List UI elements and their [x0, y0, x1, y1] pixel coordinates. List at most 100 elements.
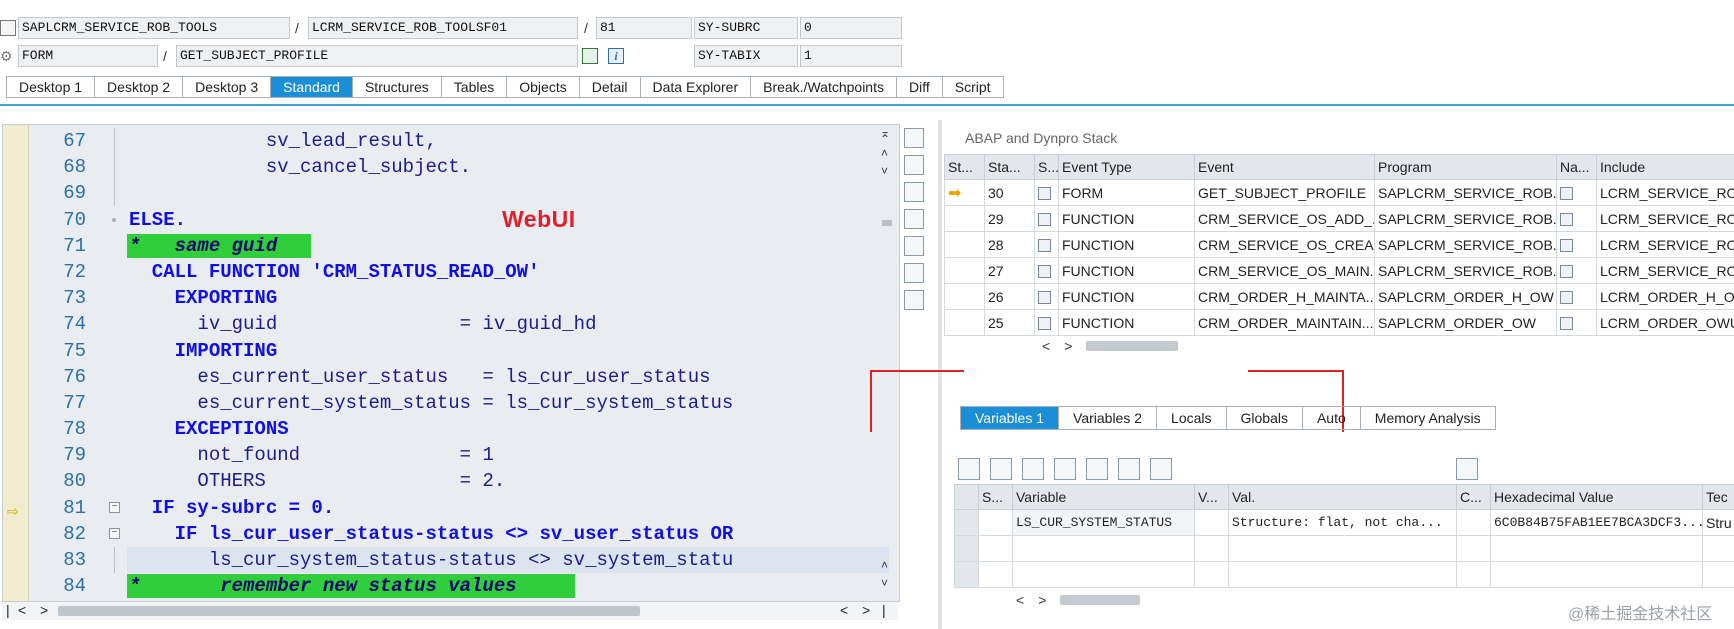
scroll-right-icon[interactable]: >	[862, 602, 870, 618]
editor-horizontal-scrollbar[interactable]: | < > < > |	[2, 602, 898, 620]
column-header[interactable]: Tec	[1702, 484, 1734, 510]
table-row[interactable]: 28 FUNCTION CRM_SERVICE_OS_CREA... SAPLC…	[944, 231, 1734, 258]
nav-cell[interactable]	[1556, 283, 1597, 310]
tab-diff[interactable]: Diff	[897, 77, 943, 97]
column-header[interactable]: C...	[1456, 484, 1491, 510]
scroll-left-icon[interactable]: <	[840, 602, 848, 618]
nav-cell[interactable]	[1556, 231, 1597, 258]
navigate-icon[interactable]	[1560, 238, 1573, 252]
scroll-left-icon[interactable]: <	[1016, 592, 1024, 608]
tab-data-explorer[interactable]: Data Explorer	[641, 77, 752, 97]
scroll-right-icon[interactable]: >	[1038, 592, 1046, 608]
scroll-thumb[interactable]	[882, 220, 892, 226]
table-row[interactable]: 29 FUNCTION CRM_SERVICE_OS_ADD_... SAPLC…	[944, 205, 1734, 232]
variable-name-input[interactable]	[1012, 535, 1195, 562]
scroll-down-icon[interactable]: ˅	[881, 576, 888, 590]
row-selector[interactable]	[954, 535, 979, 562]
column-header[interactable]: S...	[1034, 154, 1059, 180]
scroll-thumb[interactable]	[1060, 595, 1141, 605]
row-selector[interactable]	[954, 561, 979, 588]
settings-icon[interactable]	[904, 290, 924, 310]
column-header[interactable]: Event	[1194, 154, 1375, 180]
services-icon[interactable]	[904, 263, 924, 283]
tab-objects[interactable]: Objects	[507, 77, 580, 97]
scroll-top-icon[interactable]: ⌅	[880, 126, 890, 140]
variables-horizontal-scrollbar[interactable]: < >	[1016, 592, 1141, 608]
table-row[interactable]: 26 FUNCTION CRM_ORDER_H_MAINTA... SAPLCR…	[944, 283, 1734, 310]
column-header[interactable]: Na...	[1556, 154, 1597, 180]
maximize-icon[interactable]	[904, 209, 924, 229]
navigate-icon[interactable]	[1560, 212, 1573, 226]
layout-icon[interactable]	[1086, 458, 1108, 480]
fold-toggle-icon[interactable]: −	[109, 501, 120, 513]
tab-variables-2[interactable]: Variables 2	[1059, 407, 1158, 429]
navigate-icon[interactable]	[1560, 264, 1573, 278]
nav-cell[interactable]	[1556, 309, 1597, 336]
tab-script[interactable]: Script	[943, 77, 1003, 97]
tab-globals[interactable]: Globals	[1227, 407, 1303, 429]
column-header[interactable]: V...	[1194, 484, 1229, 510]
table-row[interactable]	[954, 535, 1734, 562]
column-header[interactable]: Val.	[1228, 484, 1457, 510]
scroll-thumb[interactable]	[58, 606, 640, 616]
tab-desktop-1[interactable]: Desktop 1	[7, 77, 96, 97]
scroll-left-icon[interactable]: <	[1042, 338, 1050, 354]
scroll-left-icon[interactable]: <	[18, 602, 26, 618]
compare-icon[interactable]	[1118, 458, 1140, 480]
info-icon[interactable]: i	[608, 48, 624, 64]
tab-tables[interactable]: Tables	[442, 77, 508, 97]
variable-name-input[interactable]	[1012, 561, 1195, 588]
table-row[interactable]: ➡ 30 FORM GET_SUBJECT_PROFILE SAPLCRM_SE…	[944, 179, 1734, 206]
scroll-home-icon[interactable]: |	[6, 602, 10, 618]
tab-desktop-2[interactable]: Desktop 2	[95, 77, 184, 97]
column-header[interactable]: Sta...	[984, 154, 1035, 180]
scroll-right-icon[interactable]: >	[40, 602, 48, 618]
table-row[interactable]: 25 FUNCTION CRM_ORDER_MAINTAIN... SAPLCR…	[944, 309, 1734, 336]
scroll-up-icon[interactable]: ˄	[881, 558, 888, 572]
display-source-icon[interactable]	[582, 48, 598, 64]
tab-desktop-3[interactable]: Desktop 3	[183, 77, 272, 97]
fold-toggle-icon[interactable]: −	[109, 527, 120, 539]
column-header[interactable]: St...	[944, 154, 985, 180]
new-tool-icon[interactable]	[904, 155, 924, 175]
editor-vertical-scrollbar[interactable]: ⌅ ˄ ˅ ˄ ˅	[878, 124, 896, 602]
tab-auto[interactable]: Auto	[1303, 407, 1361, 429]
scroll-thumb[interactable]	[1086, 341, 1179, 351]
column-header[interactable]: Include	[1596, 154, 1734, 180]
watchpoint-icon[interactable]	[1150, 458, 1172, 480]
table-row[interactable]	[954, 561, 1734, 588]
navigate-icon[interactable]	[1560, 316, 1573, 330]
tab-structures[interactable]: Structures	[353, 77, 442, 97]
column-header[interactable]: Hexadecimal Value	[1490, 484, 1703, 510]
column-header[interactable]: Event Type	[1058, 154, 1195, 180]
source-code-editor[interactable]: 67 sv_lead_result, 68 sv_cancel_subject.…	[2, 124, 900, 602]
import-icon[interactable]	[990, 458, 1012, 480]
replace-tool-icon[interactable]	[904, 182, 924, 202]
export-icon[interactable]	[1022, 458, 1044, 480]
stack-horizontal-scrollbar[interactable]: < >	[1042, 338, 1179, 354]
nav-cell[interactable]	[1556, 257, 1597, 284]
scroll-up-icon[interactable]: ˄	[881, 146, 888, 160]
row-selector-header[interactable]	[954, 484, 979, 510]
variable-name-input[interactable]: LS_CUR_SYSTEM_STATUS	[1012, 509, 1195, 536]
table-row[interactable]: 27 FUNCTION CRM_SERVICE_OS_MAIN... SAPLC…	[944, 257, 1734, 284]
tab-memory-analysis[interactable]: Memory Analysis	[1361, 407, 1495, 429]
breakpoint-gutter[interactable]	[3, 125, 29, 601]
swap-tool-icon[interactable]	[904, 236, 924, 256]
tab-standard[interactable]: Standard	[271, 77, 353, 97]
close-panel-icon[interactable]	[904, 128, 924, 148]
tab-locals[interactable]: Locals	[1157, 407, 1227, 429]
navigate-icon[interactable]	[1560, 186, 1573, 200]
save-icon[interactable]	[1456, 458, 1478, 480]
row-selector[interactable]	[954, 509, 979, 536]
column-header[interactable]: S...	[978, 484, 1013, 510]
navigate-icon[interactable]	[1560, 290, 1573, 304]
scroll-right-icon[interactable]: >	[1064, 338, 1072, 354]
pane-splitter[interactable]	[938, 120, 942, 629]
nav-cell[interactable]	[1556, 205, 1597, 232]
remove-icon[interactable]	[1054, 458, 1076, 480]
column-header[interactable]: Program	[1374, 154, 1557, 180]
nav-cell[interactable]	[1556, 179, 1597, 206]
tab-breakpoints[interactable]: Break./Watchpoints	[751, 77, 897, 97]
tab-detail[interactable]: Detail	[580, 77, 641, 97]
